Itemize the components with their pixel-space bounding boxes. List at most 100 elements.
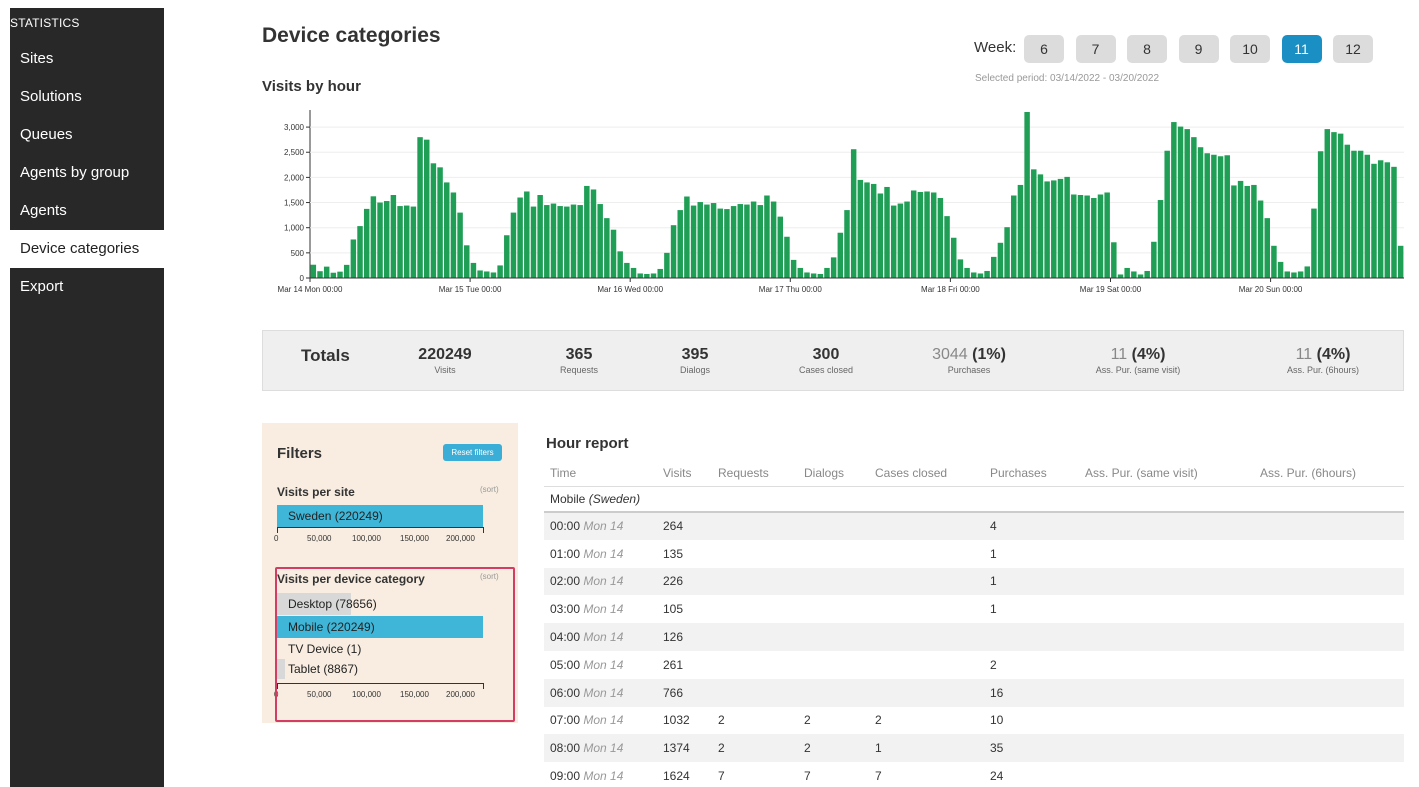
cell-dialogs [798,595,869,623]
col-ass-pur-same-visit[interactable]: Ass. Pur. (same visit) [1079,460,1254,487]
bar [770,201,777,278]
bar [1277,261,1284,278]
col-dialogs[interactable]: Dialogs [798,460,869,487]
bar [330,272,337,278]
bar [764,195,770,278]
reset-filters-button[interactable]: Reset filters [443,444,502,461]
cell-empty [1254,512,1404,540]
week-button-12[interactable]: 12 [1333,35,1373,63]
bar [944,216,950,278]
sidebar-item-agents-by-group[interactable]: Agents by group [10,154,164,192]
cell-empty [1079,540,1254,568]
cell-requests [712,651,798,679]
bar [430,163,437,278]
cell-cases [869,651,984,679]
bar [590,189,597,278]
col-time[interactable]: Time [544,460,657,487]
bar [950,237,957,278]
site-bar-sweden[interactable]: Sweden (220249) [277,505,483,527]
cell-empty [1254,623,1404,651]
week-button-9[interactable]: 9 [1178,35,1219,63]
total-ass-pur-6hours-value: 11 (4%) [1295,346,1351,363]
col-visits[interactable]: Visits [657,460,712,487]
bar [1051,180,1057,278]
bar [550,203,557,278]
cell-cases: 2 [875,713,882,728]
sidebar-item-queues[interactable]: Queues [10,116,164,154]
col-purchases[interactable]: Purchases [984,460,1079,487]
week-label: Week: [974,39,1017,56]
bar [890,205,897,278]
bar [857,179,864,278]
bar [997,242,1004,278]
highlight-box [275,567,515,722]
week-button-11[interactable]: 11 [1281,35,1322,63]
cell-time: 04:00 Mon 14 [544,623,657,651]
sidebar-item-solutions[interactable]: Solutions [10,78,164,116]
cell-cases [869,595,984,623]
cell-dialogs [798,512,869,540]
bar [410,206,417,278]
bar [910,190,917,278]
cell-cases: 7 [875,769,882,784]
y-tick-label: 500 [291,249,305,258]
cell-dialogs: 7 [804,769,811,784]
cell-purchases: 1 [984,567,1079,596]
bar [1337,133,1344,278]
x-tick-label: Mar 14 Mon 00:00 [278,285,343,294]
week-button-8[interactable]: 8 [1127,35,1167,63]
filters-title: Filters [277,445,323,462]
bar [1157,200,1164,278]
bar [664,252,670,278]
cell-empty [1079,595,1254,623]
col-ass-pur-6hours[interactable]: Ass. Pur. (6hours) [1254,460,1404,487]
col-cases-closed[interactable]: Cases closed [869,460,984,487]
cell-purchases: 35 [984,734,1079,763]
bar [1057,178,1064,278]
sidebar-item-export[interactable]: Export [10,268,164,306]
bar [1184,129,1190,278]
bar [710,203,717,278]
site-axis-tick [277,527,278,533]
bar [1077,195,1084,278]
bar [1044,181,1050,278]
sidebar-item-sites[interactable]: Sites [10,40,164,78]
week-button-7[interactable]: 7 [1075,35,1116,63]
bar [1111,242,1117,278]
bar [644,273,650,278]
bar [957,259,964,278]
week-button-10[interactable]: 10 [1230,35,1270,63]
bar [544,205,550,278]
total-ass-pur-same-visit-label: Ass. Pur. (same visit) [1095,365,1181,375]
sidebar-item-device-categories[interactable]: Device categories [10,230,164,268]
bar [1204,153,1210,278]
bar [624,262,630,278]
sidebar: STATISTICS Sites Solutions Queues Agents… [10,8,164,787]
bar [817,273,824,278]
cell-dialogs [798,651,869,679]
sidebar-item-agents[interactable]: Agents [10,192,164,230]
cell-empty [1254,540,1404,568]
bar [530,206,537,278]
cell-purchases [984,623,1079,651]
table-row: 05:00 Mon 14 261 2 [544,651,1404,679]
bar [1317,151,1324,278]
cell-visits: 766 [657,678,712,707]
site-sort-link[interactable]: (sort) [480,485,499,494]
bar [1224,155,1230,278]
total-purchases-value: 3044 (1%) [932,346,1006,363]
col-requests[interactable]: Requests [712,460,798,487]
cell-empty [1079,623,1254,651]
bar [1151,241,1157,278]
bar [497,265,503,278]
x-tick-label: Mar 19 Sat 00:00 [1080,285,1142,294]
bar [1371,163,1377,278]
cell-empty [1079,707,1254,735]
site-axis-label: 200,000 [446,534,475,543]
week-button-6[interactable]: 6 [1024,35,1064,63]
x-tick-label: Mar 18 Fri 00:00 [921,285,980,294]
cell-requests: 7 [718,769,725,784]
bar [650,273,657,278]
bar [1304,266,1311,278]
cell-requests [712,595,798,623]
